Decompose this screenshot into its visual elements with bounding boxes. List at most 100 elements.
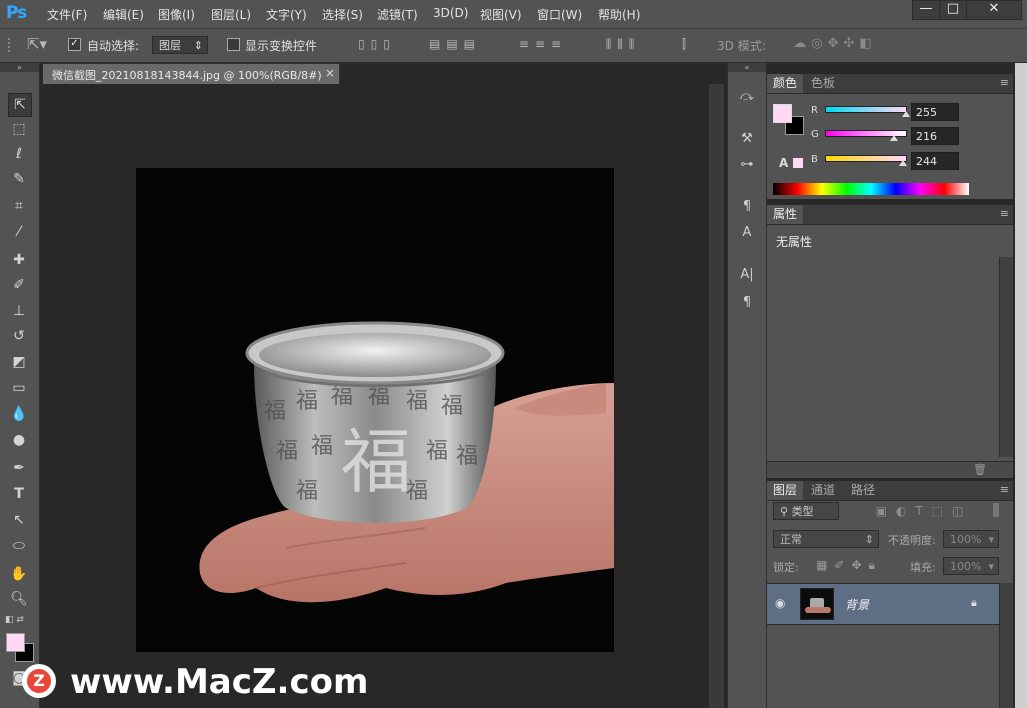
g-label: G [811,129,819,140]
silver-cup-photo: 福福福 福福福 福福福 福福福 福 [199,321,614,603]
opacity-field[interactable]: 100% ▾ [943,530,999,548]
menu-edit[interactable]: 编辑(E) [103,6,144,23]
layers-scrollbar[interactable] [999,583,1013,708]
tab-swatches[interactable]: 色板 [805,74,841,93]
minimize-button[interactable]: — [912,0,940,20]
menu-window[interactable]: 窗口(W) [537,6,582,23]
tab-paths[interactable]: 路径 [845,481,881,500]
3d-mode-icons[interactable]: ☁◎✥✣◧ [775,36,895,51]
marquee-tool-icon[interactable]: ⬚ [8,118,30,140]
menu-select[interactable]: 选择(S) [322,6,363,23]
green-slider-thumb[interactable] [889,135,898,141]
distribute-icons[interactable]: ≡≡≡ [508,37,578,51]
show-transform-checkbox[interactable] [227,38,240,51]
visibility-eye-icon[interactable]: ◉ [775,596,785,610]
svg-text:福: 福 [311,434,333,459]
close-document-icon[interactable]: × [325,66,335,80]
tab-color[interactable]: 颜色 [767,74,804,93]
tools-panel: » ⇱ ⬚ ℓ ✎ ⌗ ⁄ ✚ ✐ ⊥ ↺ ◩ ▭ 💧 ● ✒ T ↖ ⬭ ✋ … [0,63,40,708]
menu-help[interactable]: 帮助(H) [598,6,640,23]
blue-value-field[interactable]: 244 [911,152,959,170]
menu-type[interactable]: 文字(Y) [266,6,307,23]
properties-scrollbar[interactable] [999,257,1013,457]
auto-select-dropdown[interactable]: 图层 ⇕ [152,36,208,54]
layer-filter-value: 类型 [791,505,814,518]
character-styles-icon[interactable]: A [736,223,758,243]
lasso-tool-icon[interactable]: ℓ [8,143,30,165]
layer-row[interactable]: ◉ 背景 🔒︎ [767,583,999,625]
foreground-color-swatch[interactable] [6,633,25,652]
adjustments-icon[interactable]: ⊶ [736,155,758,175]
menu-image[interactable]: 图像(I) [158,6,195,23]
clone-stamp-tool-icon[interactable]: ⊥ [8,300,30,322]
maximize-button[interactable]: □ [939,0,967,20]
blue-slider[interactable] [825,155,907,166]
history-brush-tool-icon[interactable]: ↺ [8,325,30,347]
collapse-dock-icon[interactable]: « [728,63,766,72]
crop-tool-icon[interactable]: ⌗ [8,195,30,217]
filter-toggle[interactable] [993,503,999,517]
menu-view[interactable]: 视图(V) [480,6,522,23]
properties-menu-icon[interactable]: ≡ [1000,207,1009,220]
path-selection-tool-icon[interactable]: ↖ [8,509,30,531]
document-tab[interactable]: 微信截图_20210818143844.jpg @ 100%(RGB/8#) × [42,63,340,84]
layer-filter-icons[interactable]: ▣◐T⬚◫ [859,504,989,518]
gamut-color-chip[interactable] [793,158,803,168]
blue-slider-thumb[interactable] [898,160,907,166]
tab-layers[interactable]: 图层 [767,481,804,500]
layer-filter-dropdown[interactable]: ⚲ 类型 [773,502,839,520]
color-panel-foreground-swatch[interactable] [773,104,792,123]
eraser-tool-icon[interactable]: ◩ [8,351,30,373]
fill-field[interactable]: 100% ▾ [943,557,999,575]
document-image[interactable]: 福福福 福福福 福福福 福福福 福 [136,168,614,652]
type-tool-icon[interactable]: T [8,483,30,505]
hand-tool-icon[interactable]: ✋ [8,563,30,585]
menu-3d[interactable]: 3D(D) [433,6,468,20]
paragraph-styles-icon[interactable]: ¶ [736,197,758,217]
character-panel-icon[interactable]: A| [736,265,758,285]
tab-properties[interactable]: 属性 [767,205,804,224]
dodge-tool-icon[interactable]: ● [8,429,30,451]
gradient-tool-icon[interactable]: ▭ [8,377,30,399]
canvas-vertical-scrollbar[interactable] [708,84,724,708]
svg-text:福: 福 [426,439,448,464]
color-spectrum-bar[interactable] [773,183,969,195]
auto-select-checkbox[interactable]: ✓ [68,38,81,51]
align-vertical-icons[interactable]: ▤▤▤ [420,37,490,51]
swap-colors-icon[interactable]: ◧ ⇄ [5,615,35,627]
red-value-field[interactable]: 255 [911,103,959,121]
blur-tool-icon[interactable]: 💧 [8,403,30,425]
menu-filter[interactable]: 滤镜(T) [377,6,418,23]
green-slider[interactable] [825,130,907,141]
collapse-tools-icon[interactable]: » [0,63,39,72]
paragraph-panel-icon[interactable]: ¶ [736,293,758,313]
close-window-button[interactable]: ✕ [966,0,1022,20]
shape-tool-icon[interactable]: ⬭ [8,535,30,557]
quick-selection-tool-icon[interactable]: ✎ [8,168,30,190]
blend-mode-dropdown[interactable]: 正常 ⇕ [773,530,879,548]
eyedropper-tool-icon[interactable]: ⁄ [8,221,30,243]
move-tool-preset-icon[interactable]: ⇱▾ [22,35,52,53]
auto-align-icon[interactable]: ⫿ [675,37,693,52]
zoom-tool-icon[interactable]: 🔍︎ [8,588,30,610]
layers-menu-icon[interactable]: ≡ [1000,483,1009,496]
history-panel-icon[interactable]: ⤼ [736,87,758,107]
move-tool-icon[interactable]: ⇱ [8,93,32,117]
auto-select-label: 自动选择: [87,39,140,53]
red-slider[interactable] [825,106,910,117]
tab-channels[interactable]: 通道 [805,481,841,500]
red-slider-thumb[interactable] [902,111,910,117]
pen-tool-icon[interactable]: ✒ [8,457,30,479]
align-icons[interactable]: ▯▯▯ [342,37,412,51]
brush-tool-icon[interactable]: ✐ [8,274,30,296]
trash-icon[interactable]: 🗑︎ [973,463,987,476]
lock-icons[interactable]: ▦✐✥🔒︎ [809,558,889,573]
panel-menu-icon[interactable]: ≡ [1000,76,1009,89]
healing-brush-tool-icon[interactable]: ✚ [8,249,30,271]
green-value-field[interactable]: 216 [911,127,959,145]
menu-layer[interactable]: 图层(L) [211,6,251,23]
color-panel: 颜色 色板 ≡ R 255 G 216 A B 244 [767,74,1013,199]
menu-file[interactable]: 文件(F) [47,6,87,23]
distribute-horizontal-icons[interactable]: ⫼⫼⫼ [588,37,658,52]
tool-presets-icon[interactable]: ⚒ [736,129,758,149]
